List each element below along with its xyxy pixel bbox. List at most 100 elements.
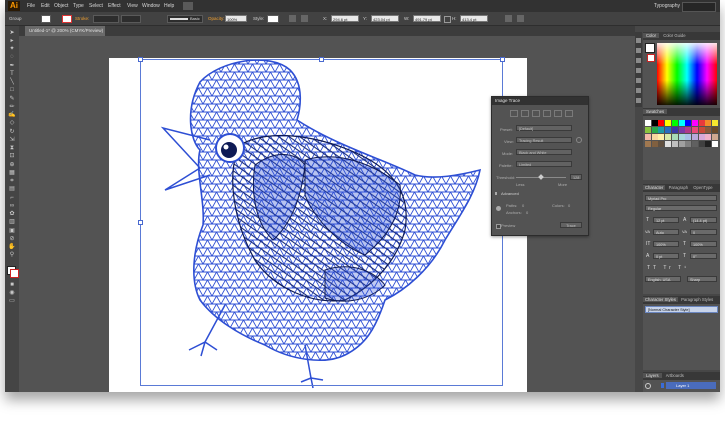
gradient-panel-icon[interactable]	[636, 88, 641, 93]
color-swatch[interactable]	[645, 141, 651, 147]
resize-handle-w[interactable]	[138, 220, 143, 225]
tab-paragraph[interactable]: Paragraph	[667, 185, 691, 190]
color-swatch[interactable]	[685, 120, 692, 126]
color-swatch[interactable]	[712, 134, 718, 140]
color-swatch[interactable]	[678, 141, 685, 147]
tab-character-styles[interactable]: Character Styles	[643, 297, 678, 302]
color-swatch[interactable]	[691, 127, 698, 133]
resize-handle-nw[interactable]	[138, 57, 143, 62]
preview-label[interactable]: Preview	[501, 223, 515, 228]
color-swatch[interactable]	[691, 120, 698, 126]
fill-color-indicator[interactable]	[645, 43, 655, 53]
appearance-panel-icon[interactable]	[636, 38, 641, 43]
font-family-select[interactable]: Myriad Pro	[645, 195, 717, 201]
color-swatch[interactable]	[678, 127, 685, 133]
font-style-select[interactable]: Regular	[645, 205, 717, 211]
color-swatch[interactable]	[698, 120, 705, 126]
black-white-icon[interactable]	[554, 110, 562, 117]
view-eye-icon[interactable]	[576, 137, 582, 143]
grayscale-icon[interactable]	[543, 110, 551, 117]
color-swatch[interactable]	[712, 120, 718, 126]
antialiasing-select[interactable]: Sharp	[687, 276, 717, 282]
tab-artboards[interactable]: Artboards	[663, 373, 687, 378]
normal-character-style-item[interactable]: [Normal Character Style]	[645, 306, 718, 313]
layer-visibility-eye-icon[interactable]	[645, 383, 651, 389]
palette-select[interactable]: Limited	[516, 161, 572, 167]
tab-paragraph-styles[interactable]: Paragraph Styles	[679, 297, 715, 302]
transparency-panel-icon[interactable]	[636, 98, 641, 103]
color-swatch[interactable]	[658, 120, 665, 126]
resize-handle-n[interactable]	[319, 57, 324, 62]
color-swatch[interactable]	[645, 120, 651, 126]
color-swatch[interactable]	[685, 134, 692, 140]
color-swatch[interactable]	[671, 127, 678, 133]
text-decoration-buttons[interactable]: TT Tr T¹	[647, 265, 697, 271]
view-select[interactable]: Tracing Result	[516, 137, 572, 143]
brushes-panel-icon[interactable]	[636, 68, 641, 73]
color-swatch[interactable]	[651, 134, 658, 140]
color-swatch[interactable]	[665, 127, 672, 133]
advanced-toggle-icon[interactable]	[495, 192, 500, 195]
color-swatch[interactable]	[712, 141, 718, 147]
color-swatch[interactable]	[645, 134, 651, 140]
trace-button[interactable]: Trace	[560, 222, 582, 228]
tab-swatches[interactable]: Swatches	[643, 109, 668, 114]
layer-row[interactable]: Layer 1	[666, 382, 716, 389]
leading-field[interactable]: (14.4 pt)	[690, 217, 717, 223]
high-color-icon[interactable]	[521, 110, 529, 117]
outline-icon[interactable]	[565, 110, 573, 117]
stroke-panel-icon[interactable]	[636, 78, 641, 83]
image-trace-title[interactable]: Image Trace	[492, 97, 588, 105]
mode-select[interactable]: Black and White	[516, 149, 572, 155]
color-swatch[interactable]	[705, 127, 712, 133]
color-swatch[interactable]	[705, 134, 712, 140]
color-swatch[interactable]	[678, 120, 685, 126]
symbols-panel-icon[interactable]	[636, 58, 641, 63]
color-swatch[interactable]	[698, 141, 705, 147]
color-swatch[interactable]	[665, 141, 672, 147]
color-swatch[interactable]	[665, 134, 672, 140]
color-swatch[interactable]	[645, 127, 651, 133]
color-swatch[interactable]	[698, 134, 705, 140]
tab-color[interactable]: Color	[643, 33, 660, 38]
color-swatch[interactable]	[712, 127, 718, 133]
threshold-slider-thumb[interactable]	[538, 174, 544, 180]
color-swatch[interactable]	[691, 134, 698, 140]
horizontal-scale-field[interactable]: 100%	[690, 241, 717, 247]
graphic-styles-panel-icon[interactable]	[636, 48, 641, 53]
font-size-field[interactable]: 12 pt	[653, 217, 679, 223]
auto-color-icon[interactable]	[510, 110, 518, 117]
vertical-scale-field[interactable]: 100%	[653, 241, 679, 247]
tab-layers[interactable]: Layers	[643, 373, 662, 378]
baseline-shift-field[interactable]: 0 pt	[653, 253, 679, 259]
low-color-icon[interactable]	[532, 110, 540, 117]
advanced-label[interactable]: Advanced	[501, 191, 519, 196]
color-spectrum[interactable]	[657, 43, 717, 105]
tab-color-guide[interactable]: Color Guide	[660, 33, 688, 38]
color-swatch[interactable]	[691, 141, 698, 147]
color-swatch[interactable]	[678, 134, 685, 140]
preset-select[interactable]: [Default]	[516, 125, 572, 131]
color-swatch[interactable]	[671, 120, 678, 126]
color-swatch[interactable]	[658, 134, 665, 140]
color-swatch[interactable]	[685, 127, 692, 133]
color-swatch[interactable]	[651, 141, 658, 147]
language-select[interactable]: English: USA	[645, 276, 681, 282]
color-swatch[interactable]	[671, 141, 678, 147]
character-rotation-field[interactable]: 0°	[690, 253, 717, 259]
kerning-field[interactable]: Auto	[653, 229, 679, 235]
tracking-field[interactable]: 0	[690, 229, 717, 235]
tab-opentype[interactable]: OpenType	[691, 185, 714, 190]
color-swatch[interactable]	[705, 120, 712, 126]
tab-character[interactable]: Character	[643, 185, 666, 190]
color-swatch[interactable]	[685, 141, 692, 147]
color-swatch[interactable]	[665, 120, 672, 126]
color-swatch[interactable]	[698, 127, 705, 133]
stroke-color-indicator[interactable]	[647, 54, 655, 62]
threshold-field[interactable]: 128	[570, 174, 582, 180]
color-swatch[interactable]	[705, 141, 712, 147]
color-swatch[interactable]	[651, 120, 658, 126]
resize-handle-ne[interactable]	[500, 57, 505, 62]
color-swatch[interactable]	[671, 134, 678, 140]
selection-bounding-box[interactable]	[138, 57, 505, 386]
